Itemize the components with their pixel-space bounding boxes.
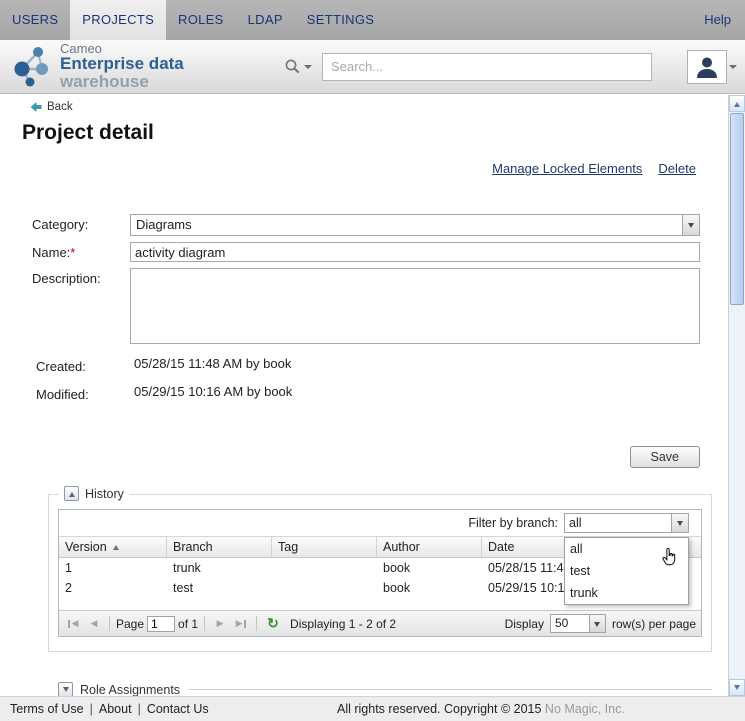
scrollbar-down-icon — [734, 685, 740, 693]
modified-label: Modified: — [36, 384, 134, 402]
collapse-icon — [69, 489, 75, 497]
branch-filter-caret-icon[interactable] — [671, 514, 688, 532]
branch-filter-dropdown: all test trunk — [564, 537, 689, 605]
prev-page-button[interactable]: ◀ — [85, 615, 103, 633]
user-menu-caret-icon[interactable] — [729, 65, 737, 73]
history-grid: Filter by branch: all all test trunk — [58, 509, 702, 637]
page-size-select[interactable]: 50 — [550, 614, 606, 633]
column-header-author[interactable]: Author — [377, 537, 482, 557]
about-link[interactable]: About — [99, 702, 132, 716]
scrollbar-up-icon — [734, 99, 740, 107]
search-icon — [284, 58, 301, 75]
help-link[interactable]: Help — [690, 0, 745, 40]
last-page-button[interactable]: ▶ — [232, 615, 250, 633]
user-avatar-button[interactable] — [687, 50, 727, 84]
expand-role-assignments-button[interactable] — [58, 682, 73, 696]
footer-separator: | — [138, 702, 141, 716]
nav-tab-settings[interactable]: SETTINGS — [295, 0, 386, 40]
toolbar-separator — [109, 616, 110, 631]
page-label: Page — [116, 617, 144, 631]
created-label: Created: — [36, 356, 134, 374]
dropdown-option-trunk[interactable]: trunk — [565, 582, 688, 604]
back-link[interactable]: Back — [30, 101, 728, 113]
vertical-scrollbar[interactable] — [728, 95, 745, 696]
brand-title: Enterprise data warehouse — [60, 55, 272, 91]
column-header-version[interactable]: Version — [59, 537, 167, 557]
page-of-label: of 1 — [178, 617, 198, 631]
page-number-input[interactable] — [147, 616, 175, 632]
nav-tab-projects[interactable]: PROJECTS — [70, 0, 166, 40]
nav-tab-ldap[interactable]: LDAP — [236, 0, 295, 40]
contact-us-link[interactable]: Contact Us — [147, 702, 209, 716]
category-label: Category: — [32, 214, 130, 232]
page-title: Project detail — [22, 121, 728, 145]
toolbar-separator — [204, 616, 205, 631]
user-icon — [694, 54, 720, 80]
next-page-button[interactable]: ▶ — [211, 615, 229, 633]
divider — [188, 689, 712, 690]
required-asterisk: * — [70, 245, 75, 260]
display-label: Display — [505, 617, 544, 631]
branch-filter-select[interactable]: all all test trunk — [564, 513, 689, 533]
search-scope-button[interactable] — [284, 58, 312, 75]
nav-tab-users[interactable]: USERS — [0, 0, 70, 40]
role-assignments-panel: Role Assignments — [58, 682, 712, 696]
scroll-down-button[interactable] — [729, 679, 745, 696]
column-header-branch[interactable]: Branch — [167, 537, 272, 557]
history-title: History — [85, 487, 124, 501]
history-panel: History Filter by branch: all all test t… — [48, 494, 712, 652]
scroll-up-button[interactable] — [729, 95, 745, 112]
sort-asc-icon — [113, 542, 119, 550]
search-input[interactable] — [322, 53, 652, 81]
brand-cameo-label: Cameo — [60, 42, 272, 56]
description-textarea[interactable] — [130, 268, 700, 344]
app-logo-icon — [8, 40, 60, 93]
manage-locked-elements-link[interactable]: Manage Locked Elements — [492, 161, 642, 176]
created-value: 05/28/15 11:48 AM by book — [134, 356, 291, 371]
category-select-caret-icon[interactable] — [682, 215, 699, 235]
per-page-label: row(s) per page — [612, 617, 696, 631]
action-links: Manage Locked Elements Delete — [0, 161, 696, 176]
first-page-button[interactable]: ◀ — [64, 615, 82, 633]
brand-text: Cameo Enterprise data warehouse — [60, 42, 272, 91]
delete-link[interactable]: Delete — [658, 161, 696, 176]
category-select[interactable]: Diagrams — [130, 214, 700, 236]
save-button[interactable]: Save — [630, 446, 701, 468]
copyright-text: All rights reserved. Copyright © 2015 No… — [337, 702, 625, 716]
scrollbar-thumb[interactable] — [730, 113, 744, 305]
name-label: Name:* — [32, 242, 130, 260]
main-content: Back Project detail Manage Locked Elemen… — [0, 95, 728, 696]
terms-of-use-link[interactable]: Terms of Use — [10, 702, 84, 716]
header-bar: Cameo Enterprise data warehouse — [0, 40, 745, 94]
app-window: USERS PROJECTS ROLES LDAP SETTINGS Help … — [0, 0, 745, 721]
role-assignments-title: Role Assignments — [80, 683, 180, 697]
footer-bar: Terms of Use | About | Contact Us All ri… — [0, 696, 745, 721]
displaying-status: Displaying 1 - 2 of 2 — [290, 617, 396, 631]
page-size-caret-icon[interactable] — [589, 615, 605, 632]
expand-icon — [63, 687, 69, 695]
collapse-history-button[interactable] — [64, 486, 79, 501]
modified-value: 05/29/15 10:16 AM by book — [134, 384, 292, 399]
nav-tab-roles[interactable]: ROLES — [166, 0, 236, 40]
footer-separator: | — [90, 702, 93, 716]
description-label: Description: — [32, 268, 130, 286]
cursor-hand-icon — [662, 548, 676, 566]
project-form: Category: Diagrams Name:* Description: C… — [32, 214, 728, 402]
search-caret-icon — [304, 65, 312, 73]
refresh-button[interactable]: ↻ — [263, 615, 283, 633]
filter-by-branch-label: Filter by branch: — [468, 516, 558, 530]
name-input[interactable] — [130, 242, 700, 262]
paging-toolbar: ◀ ◀ Page of 1 ▶ ▶ ↻ Displaying 1 - 2 of … — [59, 610, 701, 636]
toolbar-separator — [256, 616, 257, 631]
company-name: No Magic, Inc. — [545, 702, 625, 716]
column-header-tag[interactable]: Tag — [272, 537, 377, 557]
top-nav: USERS PROJECTS ROLES LDAP SETTINGS Help — [0, 0, 745, 40]
back-icon — [30, 102, 42, 112]
